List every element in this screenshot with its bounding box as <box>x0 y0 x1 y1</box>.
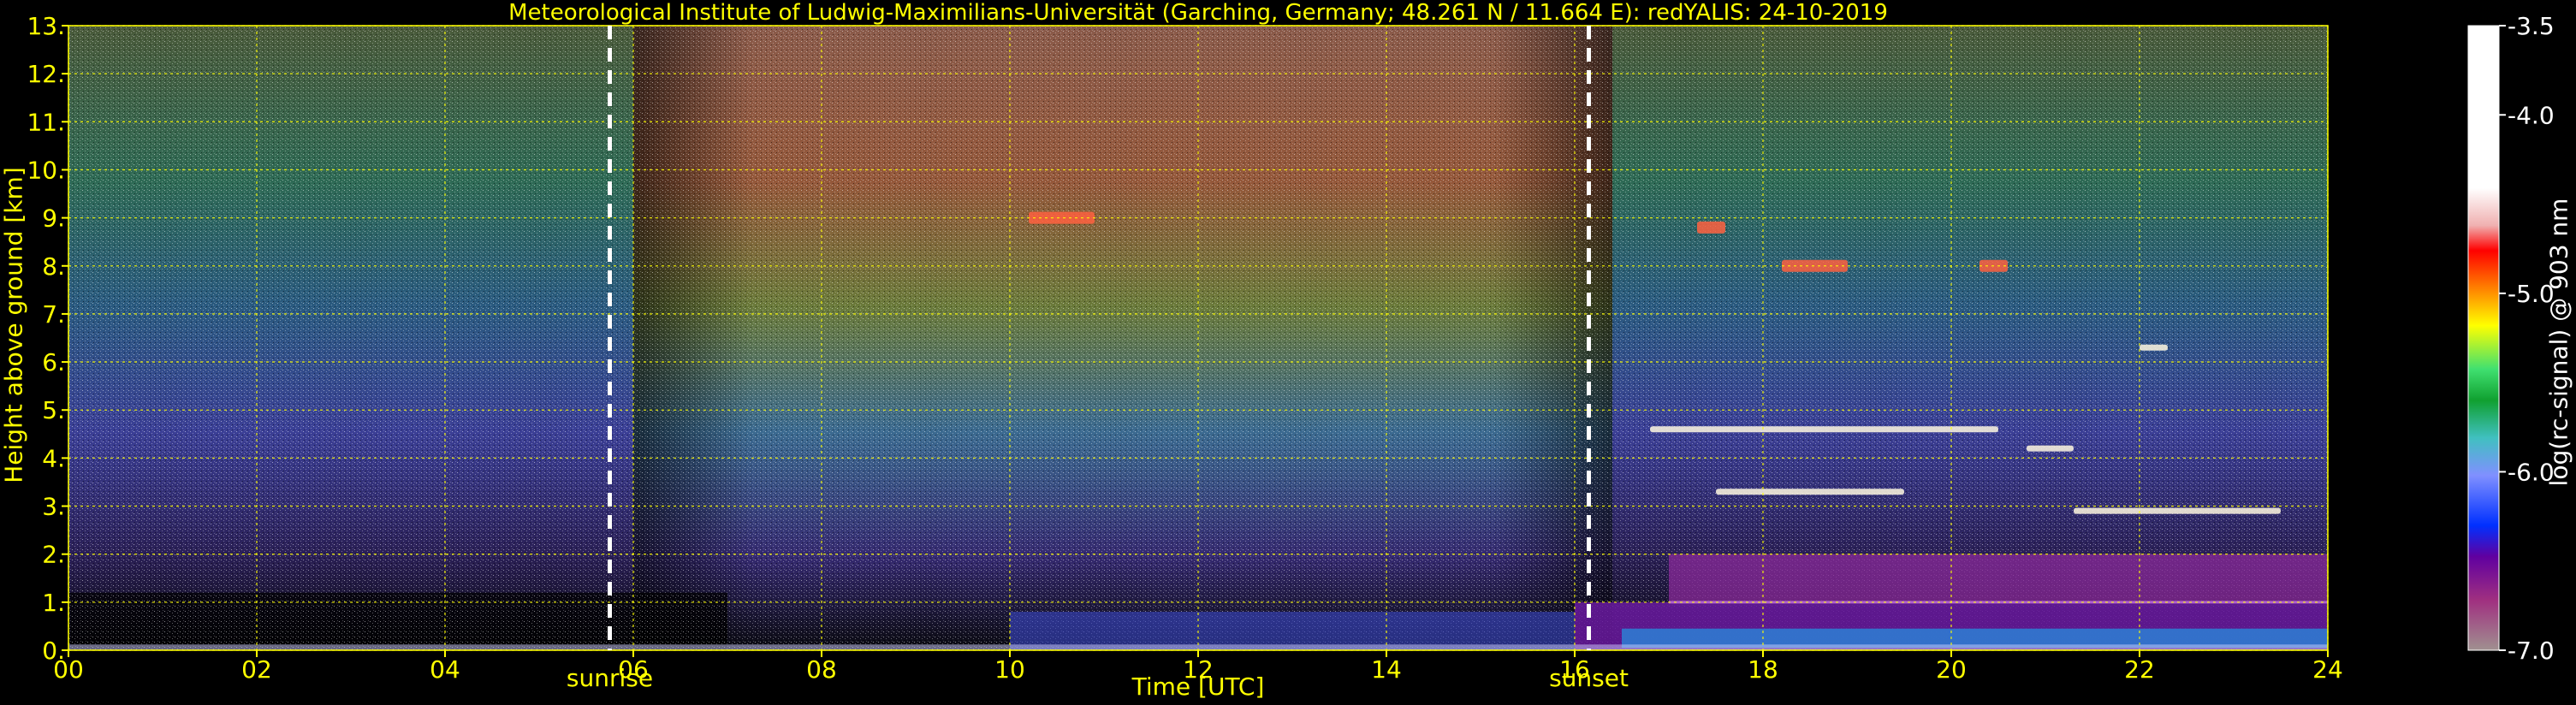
x-tick-label-4: 08 <box>806 655 837 684</box>
y-tick-label-6: 6. <box>42 348 65 376</box>
y-tick-label-3: 3. <box>42 493 65 521</box>
cloud-8 <box>2074 507 2281 514</box>
chart-svg: sunrise sunset 00 02 04 06 08 10 12 14 16 18 20 22 24… <box>27 12 2555 692</box>
y-tick-label-0: 0. <box>42 637 65 665</box>
y-tick-label-5: 5. <box>42 396 65 424</box>
y-tick-label-9: 9. <box>42 204 65 233</box>
x-tick-label-1: 02 <box>241 655 272 684</box>
cloud-4 <box>2140 344 2168 351</box>
lidar-figure: Meteorological Institute of Ludwig-Maxim… <box>0 0 2576 705</box>
y-tick-label-8: 8. <box>42 252 65 281</box>
colorbar-label: log(rc-signal) @ 903 nm <box>2544 198 2573 487</box>
y-axis-label: Height above ground [km] <box>0 167 28 483</box>
y-tick-label-11: 11. <box>27 108 65 136</box>
y-tick-label-7: 7. <box>42 300 65 329</box>
cloud-5 <box>1650 426 1998 433</box>
cloud-7 <box>1716 489 1904 495</box>
colorbar-gradient <box>2467 25 2500 651</box>
y-tick-label-13: 13. <box>27 12 65 40</box>
colorbar-tick-label-1: -4.0 <box>2508 101 2555 129</box>
x-tick-label-10: 20 <box>1936 655 1967 684</box>
colorbar-tick-label-4: -7.0 <box>2508 637 2555 665</box>
x-axis-label: Time [UTC] <box>1131 672 1265 701</box>
x-tick-label-12: 24 <box>2312 655 2343 684</box>
y-tick-label-4: 4. <box>42 444 65 472</box>
y-axis-ticks: 0. 1. 2. 3. 4. 5. 6. 7. 8. 9. 10. 11. 12. 13. <box>27 12 68 665</box>
y-tick-label-1: 1. <box>42 589 65 617</box>
x-tick-label-11: 22 <box>2124 655 2155 684</box>
x-tick-label-2: 04 <box>430 655 460 684</box>
x-tick-label-7: 14 <box>1371 655 1402 684</box>
colorbar-tick-label-0: -3.5 <box>2508 12 2555 40</box>
colorbar: -3.5-4.0-5.0-6.0-7.0 <box>2467 12 2555 665</box>
x-tick-label-8: 16 <box>1559 655 1590 684</box>
cloud-0 <box>1029 211 1095 224</box>
y-tick-label-10: 10. <box>27 156 65 184</box>
cloud-1 <box>1697 221 1725 234</box>
x-tick-label-3: 06 <box>618 655 649 684</box>
x-tick-label-9: 18 <box>1748 655 1778 684</box>
y-tick-label-2: 2. <box>42 541 65 569</box>
y-tick-label-12: 12. <box>27 60 65 88</box>
x-tick-label-5: 10 <box>994 655 1025 684</box>
residual-layer <box>1669 554 2328 602</box>
cloud-6 <box>2027 445 2074 452</box>
